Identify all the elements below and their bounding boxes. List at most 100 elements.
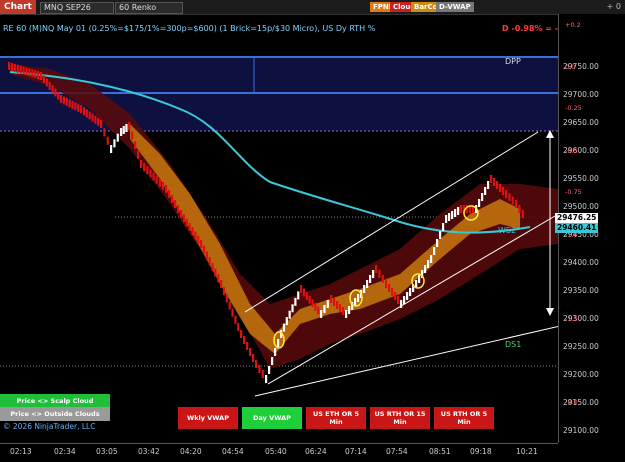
time-tick-label: 10:21 xyxy=(516,447,538,456)
up-brick xyxy=(436,239,439,247)
up-brick xyxy=(323,305,326,313)
down-brick xyxy=(317,306,320,315)
price-tick-label: 29550.00 xyxy=(563,174,599,183)
down-brick xyxy=(515,200,518,208)
up-brick xyxy=(122,126,125,134)
down-brick xyxy=(91,113,94,122)
up-brick xyxy=(484,187,487,195)
down-brick xyxy=(146,166,149,175)
down-brick xyxy=(82,107,86,116)
down-brick xyxy=(378,270,381,278)
up-brick xyxy=(271,357,274,365)
down-brick xyxy=(152,172,155,181)
down-brick xyxy=(85,109,88,118)
interval-selector[interactable]: 60 Renko xyxy=(115,2,183,14)
price-tick-label: 29100.00 xyxy=(563,426,599,435)
down-brick xyxy=(77,103,80,112)
down-brick xyxy=(71,100,74,109)
chart-plot[interactable] xyxy=(0,14,558,443)
time-tick-label: 09:18 xyxy=(470,447,492,456)
down-brick xyxy=(19,65,22,74)
down-brick xyxy=(40,72,43,80)
down-brick xyxy=(252,354,255,362)
down-brick xyxy=(255,360,258,368)
down-brick xyxy=(381,275,384,283)
scalp-cloud-button[interactable]: Price <> Scalp Cloud xyxy=(0,394,110,408)
down-brick xyxy=(311,299,314,308)
down-brick xyxy=(134,141,137,149)
down-brick xyxy=(314,302,317,311)
down-brick xyxy=(188,222,191,231)
up-brick xyxy=(369,275,372,283)
down-brick xyxy=(202,245,206,254)
toolbar-right-value: + 0 xyxy=(606,2,621,11)
down-brick xyxy=(339,304,342,312)
down-brick xyxy=(240,330,243,338)
up-brick xyxy=(442,223,445,231)
up-brick xyxy=(439,231,442,239)
instrument-selector[interactable]: MNQ SEP26 xyxy=(40,2,114,14)
up-brick xyxy=(297,291,300,300)
time-tick-label: 02:13 xyxy=(10,447,32,456)
up-brick xyxy=(478,199,481,207)
down-brick xyxy=(106,136,109,145)
wkly-vwap-button[interactable]: Wkly VWAP xyxy=(178,407,238,429)
down-brick xyxy=(22,66,25,75)
down-brick xyxy=(8,62,11,70)
up-brick xyxy=(288,310,291,319)
down-brick xyxy=(165,185,168,193)
percent-tick-label: +0.2 xyxy=(565,21,581,29)
down-brick xyxy=(97,117,100,126)
down-brick xyxy=(191,227,194,236)
up-brick xyxy=(354,298,357,306)
down-brick xyxy=(158,178,161,187)
down-brick xyxy=(16,64,19,73)
down-brick xyxy=(65,97,68,106)
down-brick xyxy=(508,193,511,202)
chart-toolbar: Chart MNQ SEP26 60 Renko FPNK Cloud BarC… xyxy=(0,0,625,15)
percent-tick-label: -2.0 xyxy=(565,398,578,406)
down-brick xyxy=(25,67,28,76)
ws2-label: WS2 xyxy=(498,226,517,235)
down-brick xyxy=(37,71,40,80)
copyright-text: © 2026 NinjaTrader, LLC xyxy=(3,422,96,431)
down-brick xyxy=(28,68,31,77)
day-vwap-button[interactable]: Day VWAP xyxy=(242,407,302,429)
up-brick xyxy=(403,296,406,304)
down-brick xyxy=(131,131,134,140)
price-tick-label: 29500.00 xyxy=(563,202,599,211)
down-brick xyxy=(168,190,171,198)
price-tick-label: 29700.00 xyxy=(563,90,599,99)
down-brick xyxy=(51,85,54,94)
up-brick xyxy=(268,366,271,374)
dpp-label: DPP xyxy=(505,57,521,66)
percent-tick-label: -1.5 xyxy=(565,315,578,323)
outside-clouds-button[interactable]: Price <> Outside Clouds xyxy=(0,407,110,421)
down-brick xyxy=(496,181,499,189)
down-brick xyxy=(180,210,183,218)
up-brick xyxy=(400,300,403,308)
chart-tab[interactable]: Chart xyxy=(0,0,36,14)
time-tick-label: 03:42 xyxy=(138,447,160,456)
up-brick xyxy=(320,310,323,318)
up-brick xyxy=(326,300,329,308)
down-brick xyxy=(249,348,252,356)
down-brick xyxy=(62,96,66,105)
down-brick xyxy=(502,187,505,195)
down-brick xyxy=(174,200,177,208)
price-tick-label: 29350.00 xyxy=(563,286,599,295)
down-brick xyxy=(57,91,60,100)
down-brick xyxy=(258,365,261,373)
us-rth-or5-button[interactable]: US RTH OR 5 Min xyxy=(434,407,494,429)
down-brick xyxy=(228,301,231,310)
up-brick xyxy=(445,215,448,223)
dvwap-button[interactable]: D-VWAP xyxy=(436,2,474,12)
down-brick xyxy=(103,128,106,137)
up-brick xyxy=(372,270,375,278)
down-brick xyxy=(261,370,264,378)
down-brick xyxy=(391,288,394,296)
down-brick xyxy=(246,342,249,350)
down-brick xyxy=(60,95,63,103)
us-rth-or15-button[interactable]: US RTH OR 15 Min xyxy=(370,407,430,429)
us-eth-or-button[interactable]: US ETH OR 5 Min xyxy=(306,407,366,429)
